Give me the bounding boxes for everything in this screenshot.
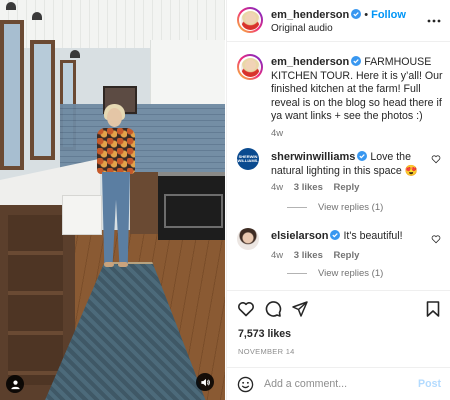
verified-icon [351,56,362,66]
speaker-icon [200,378,210,386]
caption-timestamp: 4w [271,127,284,139]
caption-text: em_henderson FARMHOUSE KITCHEN TOUR. Her… [271,56,443,124]
verified-icon [357,151,368,161]
verified-icon [351,9,362,19]
verified-icon [330,230,341,240]
heart-icon[interactable] [431,154,441,164]
caption-username[interactable]: em_henderson [271,56,349,68]
separator-dot: • [364,9,369,21]
person-shoe [104,262,114,267]
comment-avatar-sherwinwilliams[interactable]: SHERWIN WILLIAMS. [237,148,259,170]
comment-icon[interactable] [264,300,282,318]
replies-line [287,273,307,274]
comment-username[interactable]: sherwinwilliams [271,151,355,163]
person-face [107,108,122,127]
user-icon [10,380,20,389]
comment-text: sherwinwilliams Love the natural lightin… [271,151,431,178]
sconce-lamp [32,12,42,20]
caption-block: em_henderson FARMHOUSE KITCHEN TOUR. Her… [271,56,443,139]
comment-body: It's beautiful! [343,230,403,242]
header-user-line: em_henderson • Follow [271,9,406,21]
bookmark-icon[interactable] [424,300,442,318]
caption-avatar[interactable] [237,54,263,80]
post-header: em_henderson • Follow Original audio [227,0,450,42]
sconce-lamp [70,50,80,58]
black-range-stove [158,172,225,240]
view-replies-label: View replies (1) [318,202,384,213]
emoji-icon[interactable] [237,376,254,393]
post-details-panel: em_henderson • Follow Original audio em_he… [226,0,450,400]
tagged-users-button[interactable] [6,375,24,393]
comment-text: elsielarson It's beautiful! [271,230,431,244]
comment-meta: 4w 3 likes Reply [271,182,431,193]
comment-item: elsielarson It's beautiful! 4w 3 likes R… [271,230,431,261]
reply-button[interactable]: Reply [334,250,360,261]
person-blouse [97,128,135,174]
follow-button[interactable]: Follow [371,9,406,21]
person-shoe [118,262,128,267]
profile-photo [240,10,260,30]
avatar[interactable] [237,7,263,33]
add-comment-bar: Add a comment... Post [227,367,450,400]
username-link[interactable]: em_henderson [271,9,349,21]
comment-item: sherwinwilliams Love the natural lightin… [271,151,431,193]
view-replies-label: View replies (1) [318,268,384,279]
heart-icon[interactable] [237,300,255,318]
comment-time: 4w [271,182,284,193]
sconce-lamp [6,2,16,10]
comment-username[interactable]: elsielarson [271,230,328,242]
comment-likes[interactable]: 3 likes [294,250,323,261]
comment-input[interactable]: Add a comment... [264,378,347,390]
reply-button[interactable]: Reply [334,182,360,193]
post-actions: 7,573 likes NOVEMBER 14 Add a comment...… [227,290,450,400]
audio-toggle-button[interactable] [196,373,214,391]
post-date: NOVEMBER 14 [238,347,295,356]
view-replies-button[interactable]: View replies (1) [287,202,383,213]
avatar-logo-text: SHERWIN WILLIAMS. [237,153,259,163]
post-comment-button[interactable]: Post [418,378,441,390]
range-hood [150,40,225,106]
profile-photo [240,57,260,77]
likes-count[interactable]: 7,573 likes [238,328,291,340]
island-cabinet [130,172,158,234]
more-icon[interactable] [427,14,441,28]
kitchen-window [30,40,55,160]
share-icon[interactable] [291,300,309,318]
comment-meta: 4w 3 likes Reply [271,250,431,261]
comment-likes[interactable]: 3 likes [294,182,323,193]
replies-line [287,207,307,208]
view-replies-button[interactable]: View replies (1) [287,268,383,279]
farmhouse-sink [62,195,102,235]
comment-time: 4w [271,249,284,261]
post-media[interactable] [0,0,225,400]
audio-link[interactable]: Original audio [271,23,333,34]
kitchen-window [0,20,24,170]
comment-avatar-elsielarson[interactable] [237,228,259,250]
heart-icon[interactable] [431,234,441,244]
